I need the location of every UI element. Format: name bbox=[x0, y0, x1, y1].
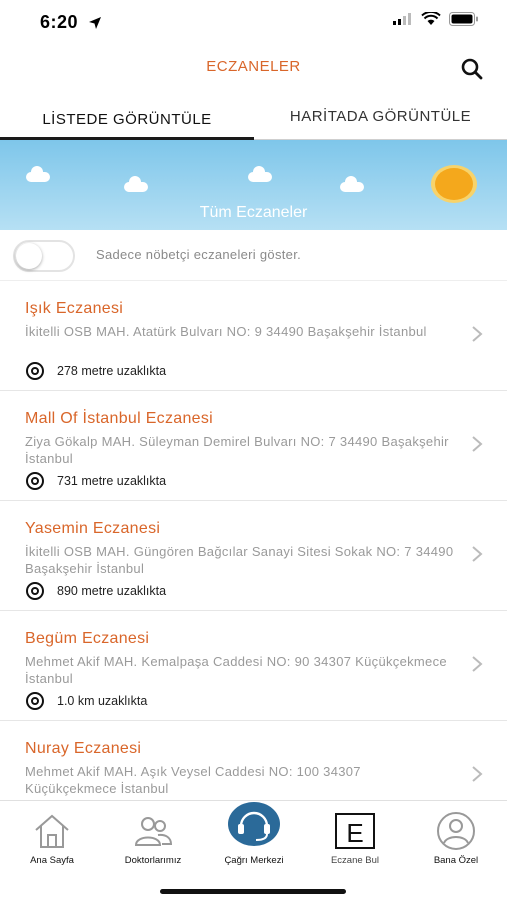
home-icon bbox=[35, 814, 69, 848]
chevron-right-icon bbox=[472, 326, 483, 342]
pharmacy-distance-row: 1.0 km uzaklıkta bbox=[25, 691, 147, 711]
tab-call-center-label: Çağrı Merkezi bbox=[224, 855, 284, 866]
location-pin-icon bbox=[26, 472, 44, 490]
home-indicator bbox=[160, 889, 346, 894]
tab-doctors[interactable]: Doktorlarımız bbox=[103, 801, 203, 877]
wifi-icon bbox=[421, 12, 441, 25]
location-pin-icon bbox=[26, 582, 44, 600]
tab-call-center[interactable]: Çağrı Merkezi bbox=[204, 801, 304, 877]
status-time: 6:20 bbox=[40, 12, 79, 32]
list-item[interactable]: Yasemin Eczanesi İkitelli OSB MAH. Güngö… bbox=[0, 501, 507, 611]
list-item[interactable]: Işık Eczanesi İkitelli OSB MAH. Atatürk … bbox=[0, 281, 507, 391]
pharmacy-name: Begüm Eczanesi bbox=[25, 630, 150, 647]
location-pin-icon bbox=[26, 362, 44, 380]
pharmacy-address: İkitelli OSB MAH. Güngören Bağcılar Sana… bbox=[25, 544, 454, 576]
pharmacy-list: Işık Eczanesi İkitelli OSB MAH. Atatürk … bbox=[0, 280, 507, 800]
pharmacy-address: Mehmet Akif MAH. Aşık Veysel Caddesi NO:… bbox=[25, 764, 361, 796]
tab-profile[interactable]: Bana Özel bbox=[406, 801, 506, 877]
pharmacy-distance-row: 731 metre uzaklıkta bbox=[25, 471, 166, 491]
tab-home[interactable]: Ana Sayfa bbox=[2, 801, 102, 877]
pharmacy-name: Yasemin Eczanesi bbox=[25, 520, 161, 537]
pharmacy-address: Mehmet Akif MAH. Kemalpaşa Caddesi NO: 9… bbox=[25, 654, 447, 686]
pharmacy-distance: 731 metre uzaklıkta bbox=[57, 474, 167, 488]
pharmacy-name: Mall Of İstanbul Eczanesi bbox=[25, 410, 214, 427]
pharmacy-distance-row: 278 metre uzaklıkta bbox=[25, 361, 166, 381]
pharmacy-e-icon: E bbox=[335, 813, 375, 849]
on-duty-filter-row: Sadece nöbetçi eczaneleri göster. bbox=[0, 232, 507, 280]
location-arrow-icon bbox=[89, 17, 101, 29]
bottom-tab-bar: Ana Sayfa Doktorlarımız Çağrı Merkezi E … bbox=[0, 800, 507, 900]
page-title: ECZANELER bbox=[206, 58, 301, 75]
pharmacy-distance-row: 890 metre uzaklıkta bbox=[25, 581, 166, 601]
tab-map-label: HARİTADA GÖRÜNTÜLE bbox=[289, 108, 472, 125]
list-item[interactable]: Mall Of İstanbul Eczanesi Ziya Gökalp MA… bbox=[0, 391, 507, 501]
tab-find-pharmacy-label: Eczane Bul bbox=[330, 855, 380, 866]
headset-icon bbox=[228, 802, 280, 846]
status-icons bbox=[393, 12, 479, 26]
tab-map-view[interactable]: HARİTADA GÖRÜNTÜLE bbox=[254, 100, 507, 140]
on-duty-filter-label: Sadece nöbetçi eczaneleri göster. bbox=[96, 247, 302, 262]
chevron-right-icon bbox=[472, 436, 483, 452]
sky-banner: Tüm Eczaneler bbox=[0, 140, 507, 230]
pharmacy-distance: 278 metre uzaklıkta bbox=[57, 364, 167, 378]
tab-list-view[interactable]: LİSTEDE GÖRÜNTÜLE bbox=[0, 100, 254, 140]
banner-label: Tüm Eczaneler bbox=[199, 204, 308, 221]
status-bar: 6:20 bbox=[0, 0, 507, 44]
tab-list-label: LİSTEDE GÖRÜNTÜLE bbox=[42, 111, 212, 128]
view-tabs: LİSTEDE GÖRÜNTÜLE HARİTADA GÖRÜNTÜLE bbox=[0, 100, 507, 140]
nav-bar: ECZANELER bbox=[0, 44, 507, 94]
pharmacy-name: Işık Eczanesi bbox=[25, 300, 124, 317]
search-icon[interactable] bbox=[459, 56, 485, 82]
doctors-icon bbox=[134, 817, 173, 846]
pharmacy-distance: 1.0 km uzaklıkta bbox=[57, 694, 148, 708]
chevron-right-icon bbox=[472, 546, 483, 562]
list-item[interactable]: Begüm Eczanesi Mehmet Akif MAH. Kemalpaş… bbox=[0, 611, 507, 721]
chevron-right-icon bbox=[472, 766, 483, 782]
svg-text:E: E bbox=[346, 818, 363, 848]
battery-icon bbox=[449, 12, 478, 26]
pharmacy-address: Ziya Gökalp MAH. Süleyman Demirel Bulvar… bbox=[25, 434, 449, 466]
list-item[interactable]: Nuray Eczanesi Mehmet Akif MAH. Aşık Vey… bbox=[0, 721, 507, 800]
pharmacy-name: Nuray Eczanesi bbox=[25, 740, 142, 757]
tab-find-pharmacy[interactable]: E Eczane Bul bbox=[305, 801, 405, 877]
cloud-icon bbox=[124, 176, 148, 192]
tab-profile-label: Bana Özel bbox=[433, 855, 479, 866]
signal-icon bbox=[393, 13, 411, 25]
cloud-icon bbox=[26, 166, 50, 182]
pharmacy-distance: 890 metre uzaklıkta bbox=[57, 584, 167, 598]
toggle-knob bbox=[16, 243, 42, 269]
sun-icon bbox=[431, 165, 477, 203]
on-duty-toggle[interactable] bbox=[13, 240, 75, 272]
cloud-icon bbox=[248, 166, 272, 182]
tab-doctors-label: Doktorlarımız bbox=[124, 855, 182, 866]
cloud-icon bbox=[340, 176, 364, 192]
pharmacy-address: İkitelli OSB MAH. Atatürk Bulvarı NO: 9 … bbox=[25, 324, 427, 339]
tab-home-label: Ana Sayfa bbox=[30, 855, 74, 866]
chevron-right-icon bbox=[472, 656, 483, 672]
profile-icon bbox=[437, 812, 475, 850]
location-pin-icon bbox=[26, 692, 44, 710]
